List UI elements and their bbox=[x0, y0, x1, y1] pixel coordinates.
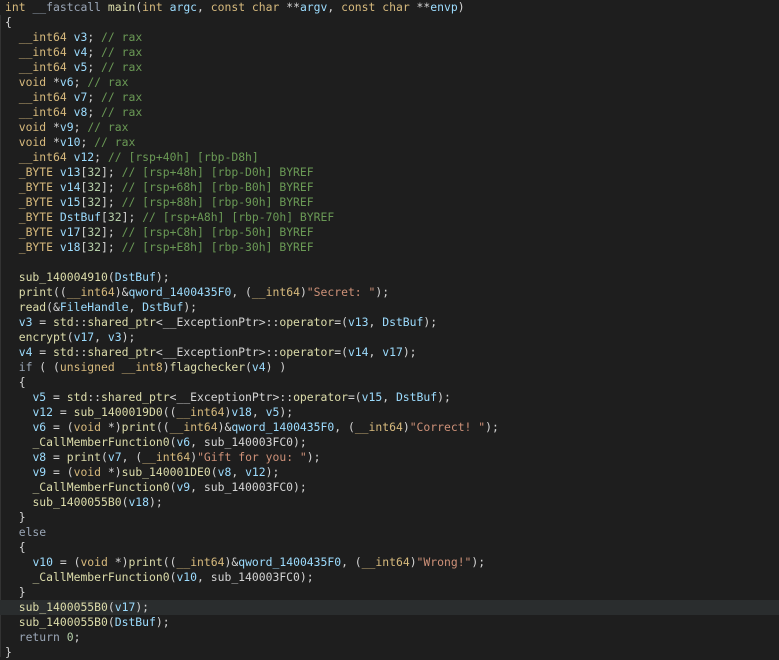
code-line[interactable]: _BYTE v13[32]; // [rsp+48h] [rbp-D0h] BY… bbox=[0, 165, 779, 180]
code-line[interactable]: __int64 v8; // rax bbox=[0, 105, 779, 120]
code-line[interactable]: { bbox=[0, 15, 779, 30]
code-line[interactable]: encrypt(v17, v3); bbox=[0, 330, 779, 345]
code-line[interactable]: if ( (unsigned __int8)flagchecker(v4) ) bbox=[0, 360, 779, 375]
code-line[interactable]: _CallMemberFunction0(v6, sub_140003FC0); bbox=[0, 435, 779, 450]
code-line[interactable]: int __fastcall main(int argc, const char… bbox=[0, 0, 779, 15]
code-line[interactable]: return 0; bbox=[0, 630, 779, 645]
code-line[interactable]: _BYTE v18[32]; // [rsp+E8h] [rbp-30h] BY… bbox=[0, 240, 779, 255]
code-line[interactable]: read(&FileHandle, DstBuf); bbox=[0, 300, 779, 315]
code-line[interactable]: __int64 v12; // [rsp+40h] [rbp-D8h] bbox=[0, 150, 779, 165]
code-line[interactable]: _BYTE v15[32]; // [rsp+88h] [rbp-90h] BY… bbox=[0, 195, 779, 210]
code-line[interactable]: void *v9; // rax bbox=[0, 120, 779, 135]
code-line[interactable]: _CallMemberFunction0(v9, sub_140003FC0); bbox=[0, 480, 779, 495]
code-line[interactable]: sub_140004910(DstBuf); bbox=[0, 270, 779, 285]
code-line[interactable]: { bbox=[0, 375, 779, 390]
code-line[interactable]: v3 = std::shared_ptr<__ExceptionPtr>::op… bbox=[0, 315, 779, 330]
code-line[interactable]: void *v10; // rax bbox=[0, 135, 779, 150]
code-line[interactable]: _BYTE v14[32]; // [rsp+68h] [rbp-B0h] BY… bbox=[0, 180, 779, 195]
code-line[interactable]: sub_1400055B0(DstBuf); bbox=[0, 615, 779, 630]
code-line[interactable]: } bbox=[0, 585, 779, 600]
code-line[interactable] bbox=[0, 255, 779, 270]
code-editor[interactable]: int __fastcall main(int argc, const char… bbox=[0, 0, 779, 660]
code-line[interactable]: { bbox=[0, 540, 779, 555]
code-line[interactable]: v8 = print(v7, (__int64)"Gift for you: "… bbox=[0, 450, 779, 465]
code-line[interactable]: _BYTE v17[32]; // [rsp+C8h] [rbp-50h] BY… bbox=[0, 225, 779, 240]
code-line[interactable]: __int64 v7; // rax bbox=[0, 90, 779, 105]
code-line[interactable]: v9 = (void *)sub_140001DE0(v8, v12); bbox=[0, 465, 779, 480]
code-line[interactable]: __int64 v5; // rax bbox=[0, 60, 779, 75]
code-line[interactable]: _BYTE DstBuf[32]; // [rsp+A8h] [rbp-70h]… bbox=[0, 210, 779, 225]
code-line[interactable]: _CallMemberFunction0(v10, sub_140003FC0)… bbox=[0, 570, 779, 585]
code-line[interactable]: } bbox=[0, 510, 779, 525]
code-line[interactable]: else bbox=[0, 525, 779, 540]
code-line[interactable]: v10 = (void *)print((__int64)&qword_1400… bbox=[0, 555, 779, 570]
code-line[interactable]: print((__int64)&qword_1400435F0, (__int6… bbox=[0, 285, 779, 300]
code-line[interactable]: __int64 v4; // rax bbox=[0, 45, 779, 60]
code-line[interactable]: v5 = std::shared_ptr<__ExceptionPtr>::op… bbox=[0, 390, 779, 405]
code-line[interactable]: v12 = sub_1400019D0((__int64)v18, v5); bbox=[0, 405, 779, 420]
code-line[interactable]: v4 = std::shared_ptr<__ExceptionPtr>::op… bbox=[0, 345, 779, 360]
code-line[interactable]: void *v6; // rax bbox=[0, 75, 779, 90]
code-line[interactable]: __int64 v3; // rax bbox=[0, 30, 779, 45]
code-line[interactable]: v6 = (void *)print((__int64)&qword_14004… bbox=[0, 420, 779, 435]
code-line[interactable]: sub_1400055B0(v17); bbox=[0, 600, 779, 615]
code-line[interactable]: sub_1400055B0(v18); bbox=[0, 495, 779, 510]
code-line[interactable]: } bbox=[0, 645, 779, 660]
